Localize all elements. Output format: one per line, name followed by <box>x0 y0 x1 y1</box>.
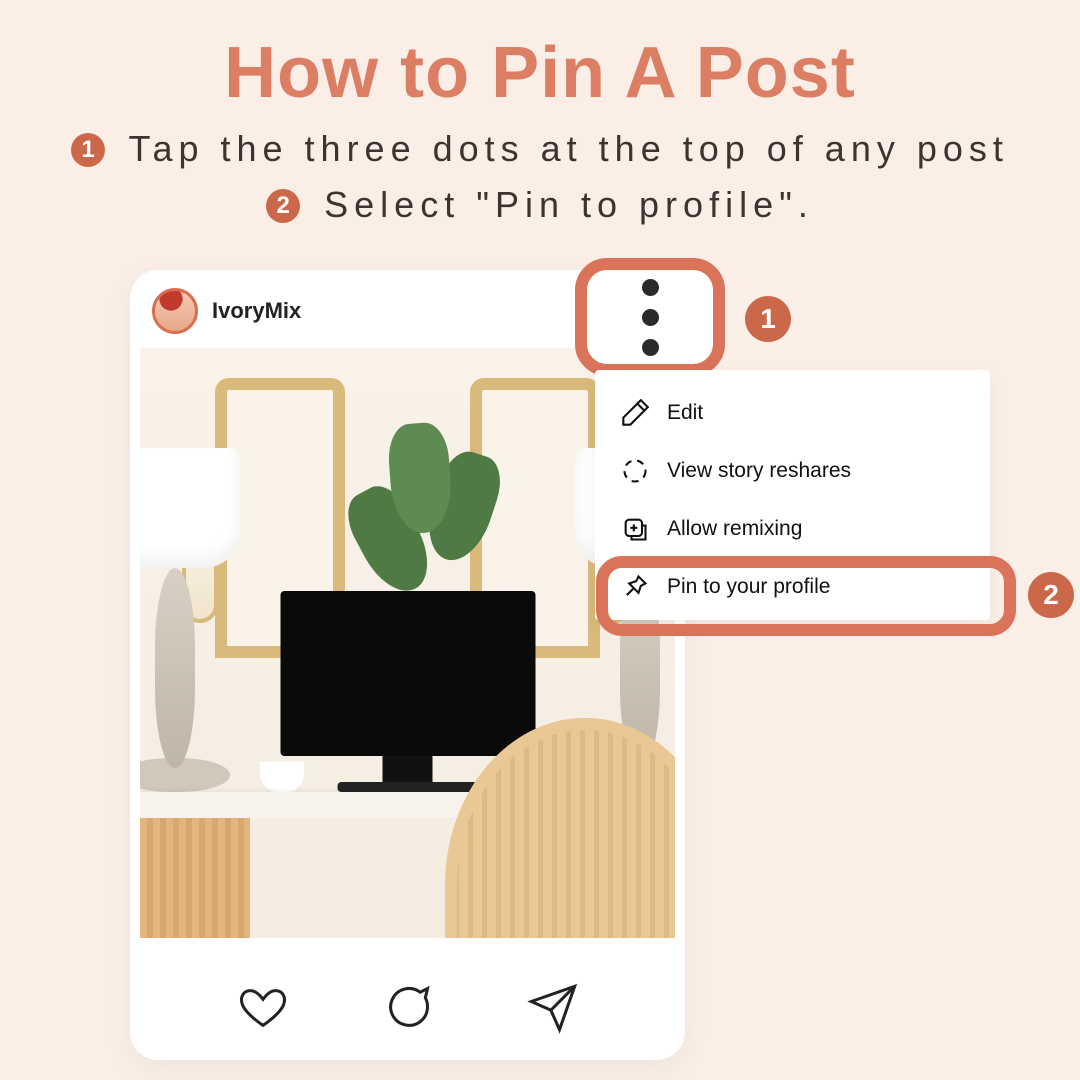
avatar[interactable] <box>152 288 198 334</box>
step-2-line: 2 Select "Pin to profile". <box>0 184 1080 226</box>
step-2-bullet: 2 <box>266 189 300 223</box>
dot-icon <box>642 339 659 356</box>
menu-item-remixing[interactable]: Allow remixing <box>595 500 990 558</box>
kebab-menu-button[interactable] <box>575 258 725 376</box>
pin-icon <box>621 573 649 601</box>
callout-1: 1 <box>745 296 791 342</box>
dot-icon <box>642 279 659 296</box>
comment-icon[interactable] <box>382 982 434 1039</box>
menu-item-label: Pin to your profile <box>667 575 830 599</box>
heart-icon[interactable] <box>237 982 289 1039</box>
remix-icon <box>621 515 649 543</box>
pencil-icon <box>621 399 649 427</box>
step-1-line: 1 Tap the three dots at the top of any p… <box>0 128 1080 170</box>
menu-item-label: Allow remixing <box>667 517 802 541</box>
menu-item-label: View story reshares <box>667 459 851 483</box>
menu-item-reshares[interactable]: View story reshares <box>595 442 990 500</box>
share-icon[interactable] <box>527 982 579 1039</box>
post-actions <box>130 960 685 1060</box>
step-1-text: Tap the three dots at the top of any pos… <box>128 128 1008 169</box>
post-username[interactable]: IvoryMix <box>212 298 301 324</box>
menu-item-edit[interactable]: Edit <box>595 384 990 442</box>
menu-item-label: Edit <box>667 401 703 425</box>
step-1-bullet: 1 <box>71 133 105 167</box>
step-2-text: Select "Pin to profile". <box>324 184 814 225</box>
dot-icon <box>642 309 659 326</box>
dashed-circle-icon <box>621 457 649 485</box>
callout-2: 2 <box>1028 572 1074 618</box>
menu-item-pin[interactable]: Pin to your profile <box>595 558 990 616</box>
page-title: How to Pin A Post <box>0 0 1080 114</box>
post-options-menu: Edit View story reshares Allow remixing … <box>595 370 990 620</box>
